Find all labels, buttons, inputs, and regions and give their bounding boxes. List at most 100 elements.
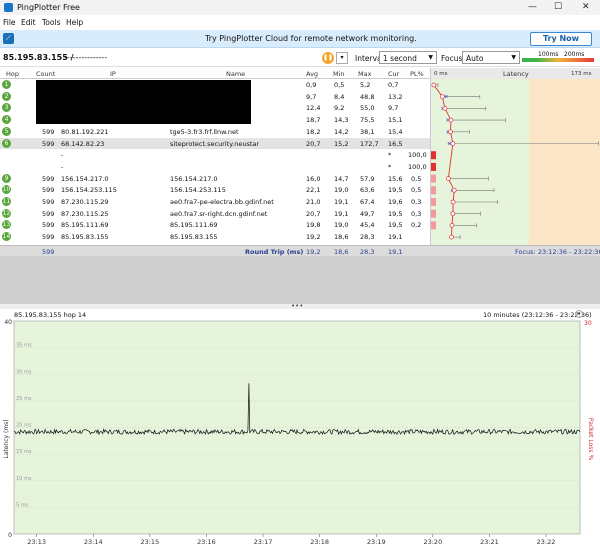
close-button[interactable]: ✕: [582, 2, 590, 12]
focus-label: Focus: [441, 54, 463, 63]
hop-cur: 19,5: [388, 221, 403, 230]
average-latency-point: [431, 82, 437, 88]
x-tick-label: 23:21: [480, 538, 499, 546]
summary-min: 18,6: [334, 248, 349, 256]
hop-pl: 0,5: [411, 174, 422, 183]
latency-max-label: 173 ms: [571, 71, 592, 77]
target-name: ---------------: [64, 53, 108, 62]
hop-ip: -: [61, 151, 64, 160]
hop-cur: 15,1: [388, 116, 403, 125]
summary-label: Round Trip (ms): [245, 248, 304, 256]
pause-dropdown-button[interactable]: ▾: [336, 52, 348, 64]
average-latency-point: [446, 176, 451, 181]
interval-select[interactable]: 1 second ▼: [379, 51, 437, 64]
pause-button[interactable]: ❚❚: [322, 52, 334, 64]
scale-100-label: 100ms: [538, 51, 559, 58]
average-latency-point: [448, 117, 454, 123]
menu-tools[interactable]: Tools: [42, 18, 60, 27]
hop-max: 57,9: [360, 174, 375, 183]
hop-number-badge: 11: [2, 197, 11, 206]
hop-name: tge5-3.fr3.frf.llnw.net: [170, 127, 239, 136]
empty-area: [0, 256, 600, 304]
menu-file[interactable]: File: [3, 18, 16, 27]
col-hop[interactable]: Hop: [6, 70, 19, 78]
hop-name: 85.195.83.155: [170, 233, 218, 242]
col-pl[interactable]: PL%: [410, 70, 424, 78]
hop-cur: 13,2: [388, 92, 403, 101]
maximize-button[interactable]: ☐: [554, 2, 562, 12]
menu-bar: File Edit Tools Help: [0, 15, 600, 29]
hop-cur: 19,5: [388, 186, 403, 195]
summary-avg: 19,2: [306, 248, 321, 256]
hop-name: ae0.fra7.sr-right.dcn.gdinf.net: [170, 209, 268, 218]
summary-cur: 19,1: [388, 248, 403, 256]
hop-pl: 0,2: [411, 221, 422, 230]
latency-scale-bar: [522, 58, 594, 62]
hop-ip: 85.195.83.155: [61, 233, 109, 242]
hop-cur: 19,1: [388, 233, 403, 242]
table-row[interactable]: 13 599 85.195.111.69 85.195.111.69 19,8 19,0 4…: [0, 219, 430, 231]
hop-count: 599: [42, 127, 55, 136]
average-latency-point: [450, 141, 456, 146]
average-latency-point: [451, 187, 457, 193]
hop-cur: 0,7: [388, 81, 399, 89]
chevron-down-icon: ▼: [511, 54, 516, 61]
col-min[interactable]: Min: [333, 70, 345, 78]
table-row[interactable]: 6 599 68.142.82.23 siteprotect.security.neu…: [0, 137, 430, 149]
y-tick-label: 35 ms: [16, 343, 32, 349]
x-tick-label: 23:16: [197, 538, 216, 546]
minimize-button[interactable]: —: [528, 2, 537, 12]
cloud-banner: ⟋ Try PingPlotter Cloud for remote netwo…: [0, 30, 600, 48]
y-tick-label: 40: [4, 319, 12, 326]
title-bar: PingPlotter Free — ☐ ✕: [0, 0, 600, 15]
average-latency-point: [450, 199, 456, 205]
table-row[interactable]: 12 599 87.230.115.25 ae0.fra7.sr-right.dcn.…: [0, 208, 430, 220]
hop-count: 599: [42, 221, 55, 230]
table-row[interactable]: 14 599 85.195.83.155 85.195.83.155 19,2 18,6 2…: [0, 231, 430, 243]
hop-max: 45,4: [360, 221, 375, 230]
table-row[interactable]: 10 599 156.154.253.115 156.154.253.115 22,1 1…: [0, 184, 430, 196]
packet-loss-bar: [431, 151, 436, 160]
hop-number-badge: 1: [2, 80, 11, 89]
hop-count: 599: [42, 174, 55, 183]
packet-loss-bar: [431, 198, 436, 206]
hop-min: 15,2: [334, 139, 349, 148]
scale-200-label: 200ms: [564, 51, 585, 58]
col-ip[interactable]: IP: [110, 70, 116, 78]
col-max[interactable]: Max: [358, 70, 371, 78]
round-trip-summary: 599 Round Trip (ms) 19,2 18,6 28,3 19,1 …: [0, 245, 600, 256]
focus-value: Auto: [466, 54, 484, 63]
y2-top-label: 30: [584, 320, 592, 327]
y-tick-label: 20 ms: [16, 423, 32, 429]
x-tick-label: 23:13: [27, 538, 46, 546]
col-avg[interactable]: Avg: [306, 70, 318, 78]
col-count[interactable]: Count: [36, 70, 55, 78]
hop-avg: 21,0: [306, 198, 321, 206]
table-row[interactable]: 8 - * 100,0: [0, 161, 430, 173]
focus-select[interactable]: Auto ▼: [462, 51, 520, 64]
menu-help[interactable]: Help: [66, 18, 83, 27]
table-row[interactable]: 11 599 87.230.115.29 ae0.fra7-pe-electra.bb…: [0, 196, 430, 208]
menu-edit[interactable]: Edit: [21, 18, 36, 27]
col-cur[interactable]: Cur: [388, 70, 399, 78]
x-tick-label: 23:19: [367, 538, 386, 546]
latency-header[interactable]: 0 ms Latency 173 ms: [430, 68, 600, 79]
hop-min: 14,7: [334, 174, 349, 183]
hop-max: 63,6: [360, 186, 375, 195]
hop-max: 49,7: [360, 209, 375, 218]
table-row[interactable]: 7 - * 100,0: [0, 149, 430, 161]
col-name[interactable]: Name: [226, 70, 245, 78]
hop-avg: 18,2: [306, 127, 321, 136]
table-row[interactable]: 9 599 156.154.217.0 156.154.217.0 16,0 14,7 57…: [0, 173, 430, 185]
hop-max: 67,4: [360, 198, 375, 206]
hop-pl: 100,0: [408, 162, 427, 171]
hop-count: 599: [42, 233, 55, 242]
hop-cur: 15,4: [388, 127, 403, 136]
table-row[interactable]: 5 599 80.81.192.221 tge5-3.fr3.frf.llnw.net…: [0, 126, 430, 138]
target-address[interactable]: 85.195.83.155 /: [3, 53, 74, 62]
chevron-down-icon[interactable]: ▾: [575, 310, 583, 318]
try-now-button[interactable]: Try Now: [530, 32, 592, 46]
y-tick-label: 0: [8, 532, 12, 539]
hop-avg: 22,1: [306, 186, 321, 195]
hop-number-badge: 5: [2, 126, 11, 136]
